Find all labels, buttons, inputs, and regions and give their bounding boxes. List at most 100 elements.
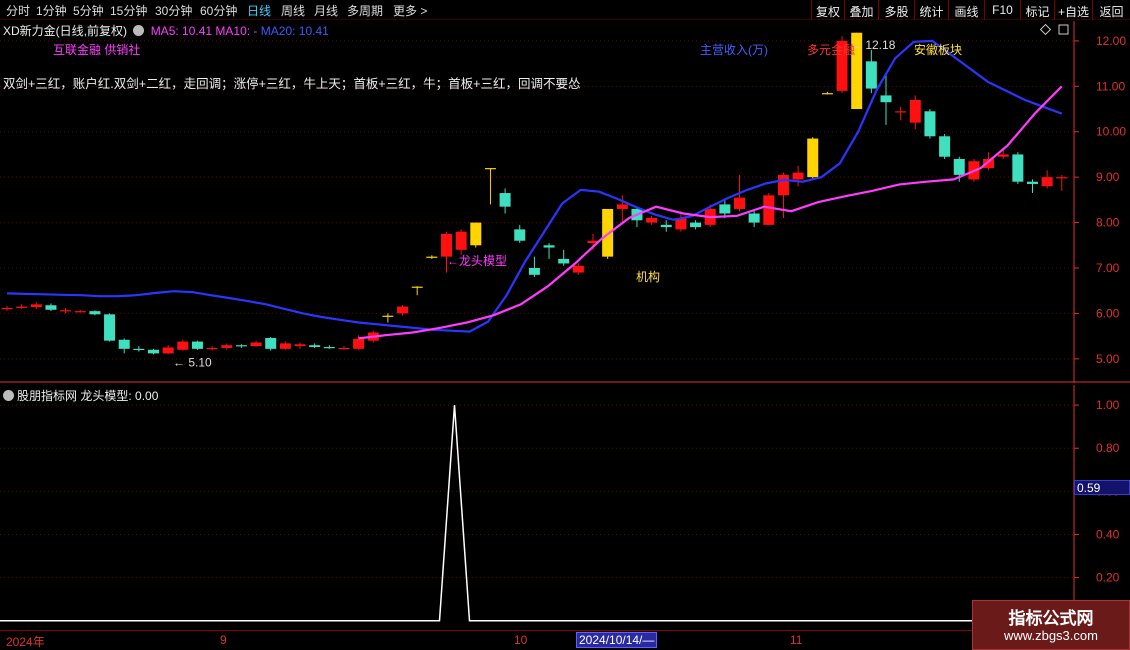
candle-up[interactable] bbox=[1041, 177, 1053, 187]
f10-button[interactable]: F10 bbox=[984, 0, 1020, 20]
square-icon[interactable] bbox=[1058, 24, 1069, 35]
institution-label[interactable]: 机构 bbox=[636, 269, 660, 284]
candle-up[interactable] bbox=[221, 345, 233, 348]
stock-title[interactable]: XD新力金 bbox=[3, 24, 56, 38]
candle-up[interactable] bbox=[279, 343, 291, 349]
add-watchlist-button[interactable]: +自选 bbox=[1054, 0, 1092, 20]
candle-up[interactable] bbox=[997, 154, 1009, 157]
candle-up[interactable] bbox=[807, 138, 819, 178]
stock-chart-app: 分时 1分钟 5分钟 15分钟 30分钟 60分钟 日线 周线 月线 多周期 更… bbox=[0, 0, 1130, 650]
candle-up[interactable] bbox=[792, 172, 804, 180]
candle-up[interactable] bbox=[484, 168, 496, 170]
candle-down[interactable] bbox=[528, 267, 540, 275]
period-tab-30min[interactable]: 30分钟 bbox=[155, 2, 192, 19]
candle-up[interactable] bbox=[353, 338, 365, 349]
candle-up[interactable] bbox=[895, 111, 907, 113]
overlay-button[interactable]: 叠加 bbox=[844, 0, 878, 20]
draw-line-button[interactable]: 画线 bbox=[948, 0, 984, 20]
candle-down[interactable] bbox=[1012, 154, 1024, 182]
date-label-oct: 10 bbox=[514, 633, 528, 647]
candle-up[interactable] bbox=[1, 307, 13, 310]
candle-down[interactable] bbox=[148, 349, 159, 354]
candle-down[interactable] bbox=[748, 213, 760, 223]
candle-down[interactable] bbox=[133, 348, 145, 351]
candle-up[interactable] bbox=[572, 265, 584, 273]
candle-down[interactable] bbox=[45, 305, 57, 310]
candle-down[interactable] bbox=[191, 341, 203, 349]
candle-down[interactable] bbox=[690, 222, 702, 228]
candle-down[interactable] bbox=[719, 204, 731, 214]
candle-up[interactable] bbox=[397, 306, 409, 314]
sub-panel-title[interactable]: 股朋指标网 bbox=[17, 389, 77, 403]
candle-up[interactable] bbox=[162, 347, 174, 354]
candle-down[interactable] bbox=[953, 158, 965, 175]
multi-stock-button[interactable]: 多股 bbox=[878, 0, 914, 20]
candle-down[interactable] bbox=[89, 311, 101, 315]
diversified-finance-label[interactable]: 多元金融 bbox=[807, 41, 855, 58]
candle-up[interactable] bbox=[411, 286, 423, 288]
candle-up[interactable] bbox=[30, 304, 42, 308]
candle-down[interactable] bbox=[939, 136, 951, 157]
candle-up[interactable] bbox=[177, 341, 189, 350]
period-tab-timeshare[interactable]: 分时 bbox=[6, 2, 30, 19]
period-tab-15min[interactable]: 15分钟 bbox=[110, 2, 147, 19]
candle-up[interactable] bbox=[821, 93, 833, 95]
candle-up[interactable] bbox=[777, 174, 789, 196]
candle-down[interactable] bbox=[309, 345, 321, 348]
selected-date[interactable]: 2024/10/14/— bbox=[576, 632, 658, 648]
restore-rights-button[interactable]: 复权 bbox=[811, 0, 844, 20]
diamond-icon[interactable] bbox=[1039, 23, 1052, 36]
period-tab-5min[interactable]: 5分钟 bbox=[73, 2, 104, 19]
period-tab-daily[interactable]: 日线 bbox=[247, 2, 271, 19]
candle-up[interactable] bbox=[206, 347, 218, 350]
dragon-head-label[interactable]: ←龙头模型 bbox=[447, 254, 507, 268]
candle-down[interactable] bbox=[235, 345, 247, 347]
dragon-head-indicator-chart[interactable]: 0.200.400.600.801.00 bbox=[0, 385, 1130, 630]
period-tab-1min[interactable]: 1分钟 bbox=[36, 2, 67, 19]
candle-down[interactable] bbox=[543, 245, 555, 248]
candle-up[interactable] bbox=[74, 311, 86, 313]
candle-down[interactable] bbox=[265, 337, 277, 349]
chevron-down-icon[interactable] bbox=[3, 390, 14, 401]
candle-up[interactable] bbox=[294, 344, 306, 347]
candle-up[interactable] bbox=[60, 310, 72, 312]
mark-button[interactable]: 标记 bbox=[1020, 0, 1054, 20]
candle-up[interactable] bbox=[763, 195, 775, 225]
back-button[interactable]: 返回 bbox=[1092, 0, 1130, 20]
site-watermark: 指标公式网 www.zbgs3.com bbox=[972, 600, 1130, 650]
candle-down[interactable] bbox=[660, 224, 672, 228]
candle-up[interactable] bbox=[455, 231, 467, 250]
candle-up[interactable] bbox=[909, 99, 921, 123]
period-tab-multi[interactable]: 多周期 bbox=[347, 2, 383, 19]
candle-up[interactable] bbox=[338, 347, 350, 350]
period-tab-60min[interactable]: 60分钟 bbox=[200, 2, 237, 19]
period-tab-weekly[interactable]: 周线 bbox=[281, 2, 305, 19]
candle-up[interactable] bbox=[734, 197, 745, 209]
candle-down[interactable] bbox=[880, 95, 892, 103]
candle-down[interactable] bbox=[558, 258, 570, 264]
candle-up[interactable] bbox=[470, 222, 482, 246]
candle-down[interactable] bbox=[1027, 181, 1038, 184]
candle-up[interactable] bbox=[616, 204, 628, 209]
candle-down[interactable] bbox=[499, 193, 511, 207]
candle-down[interactable] bbox=[514, 229, 526, 241]
candle-down[interactable] bbox=[104, 314, 116, 341]
candle-down[interactable] bbox=[118, 339, 130, 349]
candle-up[interactable] bbox=[382, 315, 394, 317]
candle-up[interactable] bbox=[250, 342, 262, 347]
period-tab-more[interactable]: 更多 > bbox=[393, 2, 427, 19]
candle-down[interactable] bbox=[924, 111, 936, 137]
anhui-sector-label[interactable]: 安徽板块 bbox=[914, 41, 962, 58]
chevron-down-icon[interactable] bbox=[133, 25, 145, 36]
candle-up[interactable] bbox=[646, 218, 658, 223]
candle-down[interactable] bbox=[865, 61, 877, 89]
candle-down[interactable] bbox=[323, 347, 335, 349]
candle-up[interactable] bbox=[1056, 177, 1068, 179]
candle-up[interactable] bbox=[16, 306, 28, 308]
candle-up[interactable] bbox=[426, 256, 438, 258]
scale-cursor-badge: 0.59 bbox=[1074, 480, 1130, 495]
period-tab-monthly[interactable]: 月线 bbox=[314, 2, 338, 19]
main-revenue-label[interactable]: 主营收入(万) bbox=[700, 41, 768, 58]
candle-up[interactable] bbox=[602, 208, 614, 257]
statistics-button[interactable]: 统计 bbox=[914, 0, 948, 20]
